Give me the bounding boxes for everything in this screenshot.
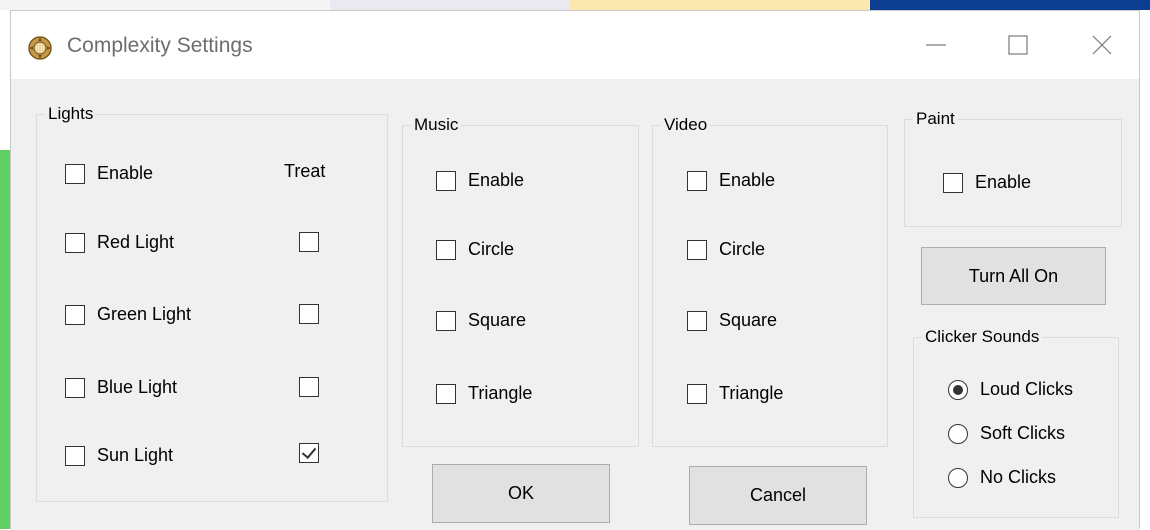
green-light-treat-checkbox[interactable] [299,304,319,324]
blue-light-treat-checkbox[interactable] [299,377,319,397]
background-app-strip [0,0,1150,10]
background-app-edge [0,150,10,529]
clicker-sounds-group: Clicker Sounds Loud Clicks Soft Clicks N… [913,326,1119,518]
checkbox-label: Square [468,310,527,330]
maximize-icon [1008,35,1028,55]
dialog-client-area: Lights Treat Enable Red Light Green Ligh… [11,79,1139,530]
background-app-edge-right [1140,10,1150,529]
radio-circle[interactable] [948,379,968,400]
checkbox-box[interactable] [436,310,456,331]
radio-label: Loud Clicks [980,379,1074,399]
video-circle-checkbox[interactable]: Circle [687,239,765,260]
minimize-icon [926,44,946,46]
video-square-checkbox[interactable]: Square [687,310,777,331]
checkbox-box[interactable] [436,239,456,260]
checkbox-box[interactable] [687,310,707,331]
radio-circle[interactable] [948,467,968,488]
checkbox-box[interactable] [65,232,85,253]
checkbox-box[interactable] [687,170,707,191]
music-group: Music Enable Circle Square Triangle [402,114,639,447]
loud-clicks-radio[interactable]: Loud Clicks [948,379,1073,400]
checkbox-box[interactable] [65,445,85,466]
maximize-button[interactable] [989,23,1049,69]
music-circle-checkbox[interactable]: Circle [436,239,514,260]
soft-clicks-radio[interactable]: Soft Clicks [948,423,1065,444]
clicker-sounds-group-title: Clicker Sounds [922,326,1043,348]
checkbox-label: Square [719,310,778,330]
sun-light-checkbox[interactable]: Sun Light [65,445,173,466]
checkbox-label: Sun Light [97,445,174,465]
red-light-checkbox[interactable]: Red Light [65,232,174,253]
video-group: Video Enable Circle Square Triangle [652,114,888,447]
checkbox-box[interactable] [65,304,85,325]
paint-enable-checkbox[interactable]: Enable [943,172,1031,193]
checkbox-box[interactable] [65,377,85,398]
ok-button[interactable]: OK [432,464,610,523]
music-square-checkbox[interactable]: Square [436,310,526,331]
turn-all-on-button[interactable]: Turn All On [921,247,1106,305]
close-icon [1092,35,1112,55]
radio-label: Soft Clicks [980,423,1066,443]
gear-icon [28,36,52,60]
checkbox-label: Triangle [468,383,533,403]
radio-circle[interactable] [948,423,968,444]
green-light-checkbox[interactable]: Green Light [65,304,191,325]
lights-enable-checkbox[interactable]: Enable [65,163,153,184]
minimize-button[interactable] [907,23,967,69]
checkbox-label: Circle [468,239,515,259]
checkbox-box[interactable] [436,383,456,404]
treat-header: Treat [284,161,326,181]
music-group-title: Music [411,114,462,136]
checkbox-label: Triangle [719,383,784,403]
radio-label: No Clicks [980,467,1057,487]
checkbox-label: Enable [468,170,525,190]
video-enable-checkbox[interactable]: Enable [687,170,775,191]
window-title: Complexity Settings [67,34,253,57]
checkbox-box[interactable] [687,239,707,260]
checkbox-label: Circle [719,239,766,259]
checkbox-label: Enable [97,163,154,183]
blue-light-checkbox[interactable]: Blue Light [65,377,177,398]
checkbox-label: Enable [719,170,776,190]
music-enable-checkbox[interactable]: Enable [436,170,524,191]
checkbox-label: Blue Light [97,377,178,397]
cancel-button[interactable]: Cancel [689,466,867,525]
video-triangle-checkbox[interactable]: Triangle [687,383,783,404]
title-bar[interactable]: Complexity Settings [11,11,1139,79]
music-triangle-checkbox[interactable]: Triangle [436,383,532,404]
lights-group: Lights Treat Enable Red Light Green Ligh… [36,103,388,502]
paint-group: Paint Enable [904,108,1122,227]
checkbox-box[interactable] [687,383,707,404]
paint-group-title: Paint [913,108,958,130]
checkbox-box[interactable] [943,172,963,193]
checkbox-label: Red Light [97,232,175,252]
checkbox-label: Enable [975,172,1032,192]
checkbox-box[interactable] [65,163,85,184]
red-light-treat-checkbox[interactable] [299,232,319,252]
close-button[interactable] [1073,23,1133,69]
checkbox-box[interactable] [436,170,456,191]
sun-light-treat-checkbox[interactable] [299,443,319,463]
complexity-settings-dialog: Complexity Settings Lights Treat Enable … [10,10,1140,530]
checkbox-label: Green Light [97,304,192,324]
video-group-title: Video [661,114,711,136]
lights-group-title: Lights [45,103,97,125]
no-clicks-radio[interactable]: No Clicks [948,467,1056,488]
